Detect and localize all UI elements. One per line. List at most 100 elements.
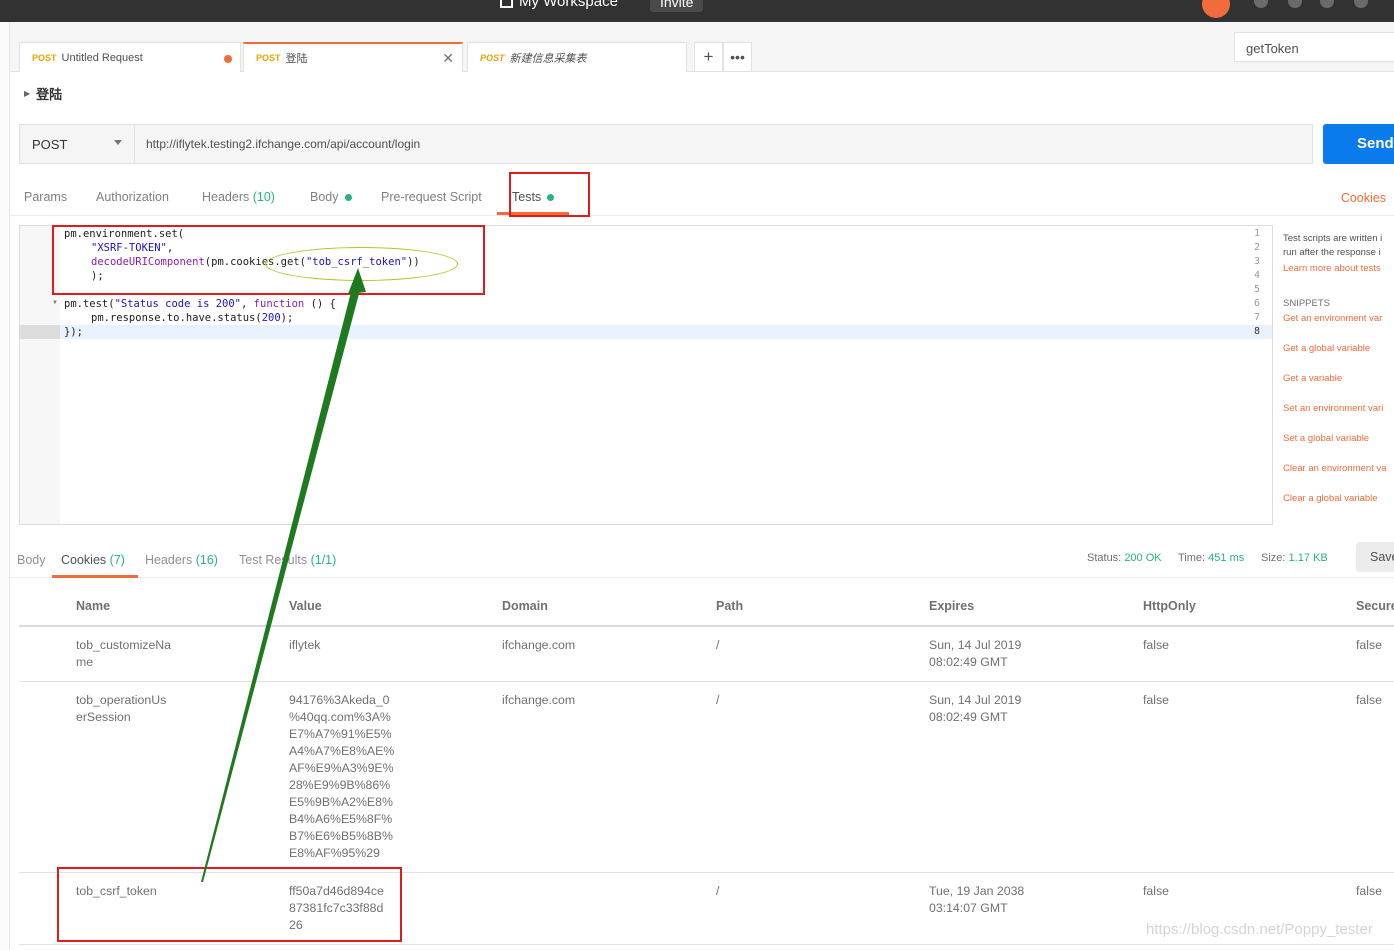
cell-expires: Sun, 14 Jul 2019 08:02:49 GMT [929, 638, 1022, 669]
code-token: function [253, 298, 305, 310]
request-name: 登陆 [36, 87, 63, 102]
cell-domain: ifchange.com [502, 693, 576, 707]
method-select[interactable]: POST [19, 124, 135, 164]
tab-authorization[interactable]: Authorization [96, 190, 169, 204]
watermark: https://blog.csdn.net/Poppy_tester [1146, 921, 1373, 938]
code-token: ); [280, 312, 294, 324]
header-divider [19, 625, 1394, 627]
row-divider [19, 944, 1394, 945]
response-tabs: Body Cookies (7) Headers (16) Test Resul… [10, 542, 1394, 578]
learn-more-link[interactable]: Learn more about tests [1283, 262, 1394, 276]
wrench-icon[interactable] [1288, 0, 1302, 8]
code-token: pm.test( [64, 298, 115, 310]
code-token: "Status code is 200" [114, 298, 242, 310]
code-token: () { [304, 298, 336, 310]
line-number: 2 [1253, 242, 1260, 253]
code-line: }); [64, 325, 83, 339]
cell-name: tob_customizeNa me [76, 638, 172, 669]
snippet-link[interactable]: Clear a global variable [1283, 492, 1394, 522]
cell-httponly: false [1143, 638, 1169, 652]
has-content-dot-icon [344, 194, 352, 202]
size-readout: Size: 1.17 KB [1261, 552, 1328, 564]
snippet-link[interactable]: Get a variable [1283, 372, 1394, 402]
snippet-link[interactable]: Set an environment vari [1283, 402, 1394, 432]
method-value: POST [32, 137, 68, 152]
tab-params[interactable]: Params [24, 190, 67, 204]
expand-caret-icon[interactable]: ▶ [24, 89, 30, 98]
request-name-breadcrumb[interactable]: ▶ 登陆 [24, 84, 62, 103]
save-response-button[interactable]: Save [1356, 542, 1394, 572]
column-header: Path [716, 599, 744, 613]
cell-path: / [716, 638, 720, 652]
tab-response-headers[interactable]: Headers (16) [145, 553, 218, 567]
column-header: Name [76, 599, 111, 613]
code-line: pm.response.to.have.status(200); [91, 311, 293, 325]
line-number: 6 [1253, 298, 1260, 309]
code-token: }); [64, 326, 83, 338]
active-tab-underline [52, 575, 138, 578]
line-number: 4 [1253, 270, 1260, 281]
time-label: Time: [1178, 552, 1206, 564]
cell-name: tob_operationUs erSession [76, 693, 167, 724]
cell-secure: false [1356, 638, 1382, 652]
tab-test-results-label: Test Results [239, 553, 308, 567]
bell-icon[interactable] [1320, 0, 1334, 8]
sidebar-edge [0, 22, 10, 950]
test-results-count: (1/1) [310, 553, 337, 567]
tab-prerequest-script[interactable]: Pre-request Script [381, 190, 482, 204]
request-tab-bar: POST Untitled Request POST 登陆 ✕ POST 新建信息采集… [10, 22, 1224, 72]
tab-headers-label: Headers [202, 190, 250, 204]
tab-method: POST [32, 52, 57, 63]
tab-login[interactable]: POST 登陆 ✕ [243, 42, 463, 72]
cookies-count: (7) [109, 553, 125, 567]
response-headers-count: (16) [195, 553, 218, 567]
environment-bar: getToken [1224, 22, 1394, 72]
column-header: Expires [929, 599, 975, 613]
tab-response-cookies[interactable]: Cookies (7) [61, 553, 125, 567]
cell-path: / [716, 884, 720, 898]
environment-select[interactable]: getToken [1234, 32, 1394, 62]
time-readout: Time: 451 ms [1178, 552, 1244, 564]
line-number: 5 [1253, 284, 1260, 295]
cookies-link[interactable]: Cookies [1341, 191, 1386, 205]
status-label: Status: [1087, 552, 1122, 564]
tab-response-body[interactable]: Body [17, 553, 46, 567]
snippet-link[interactable]: Set a global variable [1283, 432, 1394, 462]
snippet-link[interactable]: Get an environment var [1283, 312, 1394, 342]
heart-icon[interactable] [1354, 0, 1368, 8]
workspace-label: My Workspace [519, 0, 618, 10]
sync-status-icon[interactable] [1202, 0, 1230, 18]
tab-new-info-form[interactable]: POST 新建信息采集表 [467, 42, 687, 72]
fold-caret-icon[interactable]: ▼ [52, 300, 58, 306]
snippet-link[interactable]: Clear an environment va [1283, 462, 1394, 492]
tab-options-icon[interactable]: ••• [723, 42, 752, 72]
line-number: 1 [1253, 228, 1260, 239]
tab-headers[interactable]: Headers (10) [202, 190, 275, 204]
cell-domain: ifchange.com [502, 638, 576, 652]
snippet-link[interactable]: Get a global variable [1283, 342, 1394, 372]
tests-description: Test scripts are written i [1283, 233, 1383, 244]
app-header: My Workspace Invite [0, 0, 1394, 22]
tab-method: POST [480, 52, 505, 63]
invite-button[interactable]: Invite [650, 0, 704, 12]
column-header: Domain [502, 599, 548, 613]
cell-secure: false [1356, 884, 1382, 898]
new-tab-plus-icon[interactable]: + [694, 42, 723, 72]
size-label: Size: [1261, 552, 1286, 564]
tab-test-results[interactable]: Test Results (1/1) [239, 553, 336, 567]
current-line-highlight [20, 325, 1272, 339]
workspace-switcher[interactable]: My Workspace [500, 0, 618, 10]
annotation-box-csrf-row [57, 867, 402, 942]
line-number: 3 [1253, 256, 1260, 267]
satellite-icon[interactable] [1254, 0, 1268, 8]
close-tab-icon[interactable]: ✕ [442, 50, 454, 67]
code-token: , [241, 298, 254, 310]
unsaved-dot-icon [224, 55, 232, 63]
code-token: pm.response.to.have.status( [91, 312, 262, 324]
column-header: Secure [1356, 599, 1394, 613]
tab-body[interactable]: Body [310, 190, 352, 204]
url-input[interactable]: http://iflytek.testing2.ifchange.com/api… [135, 124, 1313, 164]
send-button[interactable]: Send [1323, 124, 1394, 164]
snippets-title: SNIPPETS [1283, 298, 1330, 309]
tab-untitled-request[interactable]: POST Untitled Request [19, 42, 241, 72]
